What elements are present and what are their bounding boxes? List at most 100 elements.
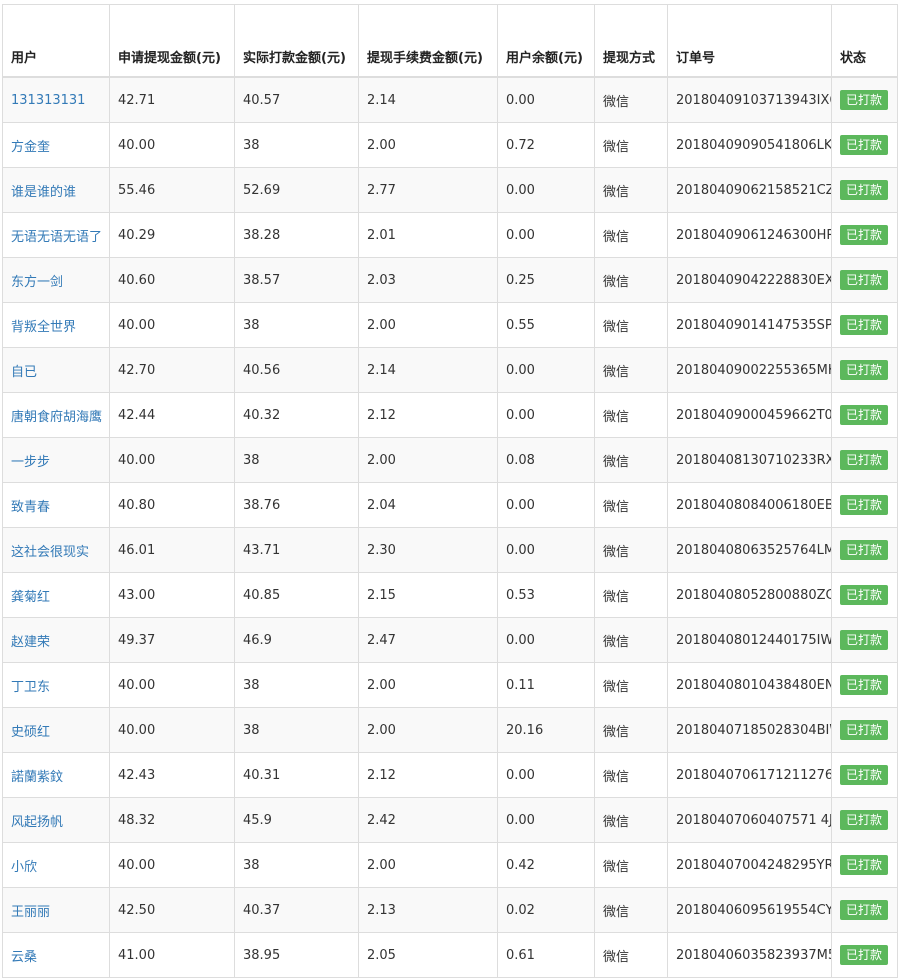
status-paid-badge[interactable]: 已打款 bbox=[840, 720, 889, 740]
status-paid-badge[interactable]: 已打款 bbox=[840, 585, 889, 605]
cell-method: 微信 bbox=[594, 662, 668, 708]
status-paid-badge[interactable]: 已打款 bbox=[840, 450, 889, 470]
cell-order-no: 20180406035823937M5D bbox=[667, 932, 832, 978]
user-link[interactable]: 一步步 bbox=[11, 455, 50, 470]
cell-apply-amount: 41.00 bbox=[109, 932, 235, 978]
cell-status: 已打款 bbox=[831, 167, 898, 213]
user-link[interactable]: 史硕红 bbox=[11, 725, 50, 740]
cell-order-no: 20180408130710233RXO bbox=[667, 437, 832, 483]
cell-user: 无语无语无语了 bbox=[2, 212, 110, 258]
user-link[interactable]: 东方一剑 bbox=[11, 275, 63, 290]
cell-balance: 0.00 bbox=[497, 482, 595, 528]
cell-order-no: 20180408012440175IWJ bbox=[667, 617, 832, 663]
cell-balance: 0.00 bbox=[497, 797, 595, 843]
table-row: 龚菊红 43.00 40.85 2.15 0.53 微信 20180408052800880… bbox=[2, 572, 898, 618]
cell-method: 微信 bbox=[594, 527, 668, 573]
user-link[interactable]: 唐朝食府胡海鹰 bbox=[11, 410, 102, 425]
cell-fee-amount: 2.47 bbox=[358, 617, 498, 663]
user-link[interactable]: 无语无语无语了 bbox=[11, 230, 102, 245]
status-paid-badge[interactable]: 已打款 bbox=[840, 405, 889, 425]
user-link[interactable]: 背叛全世界 bbox=[11, 320, 76, 335]
cell-balance: 0.42 bbox=[497, 842, 595, 888]
cell-method: 微信 bbox=[594, 212, 668, 258]
header-apply-amount: 申请提现金额(元) bbox=[109, 4, 235, 78]
cell-status: 已打款 bbox=[831, 572, 898, 618]
user-link[interactable]: 这社会很现实 bbox=[11, 545, 89, 560]
status-paid-badge[interactable]: 已打款 bbox=[840, 225, 889, 245]
user-link[interactable]: 赵建荣 bbox=[11, 635, 50, 650]
header-fee-amount: 提现手续费金额(元) bbox=[358, 4, 498, 78]
table-row: 131313131 42.71 40.57 2.14 0.00 微信 20180409103… bbox=[2, 76, 898, 123]
cell-order-no: 20180407004248295YRX bbox=[667, 842, 832, 888]
cell-user: 方金奎 bbox=[2, 122, 110, 168]
cell-actual-amount: 40.56 bbox=[234, 347, 359, 393]
cell-status: 已打款 bbox=[831, 122, 898, 168]
status-paid-badge[interactable]: 已打款 bbox=[840, 180, 889, 200]
status-paid-badge[interactable]: 已打款 bbox=[840, 270, 889, 290]
cell-fee-amount: 2.05 bbox=[358, 932, 498, 978]
cell-status: 已打款 bbox=[831, 707, 898, 753]
status-paid-badge[interactable]: 已打款 bbox=[840, 945, 889, 965]
status-paid-badge[interactable]: 已打款 bbox=[840, 495, 889, 515]
cell-fee-amount: 2.00 bbox=[358, 437, 498, 483]
cell-balance: 0.08 bbox=[497, 437, 595, 483]
status-paid-badge[interactable]: 已打款 bbox=[840, 765, 889, 785]
cell-balance: 0.55 bbox=[497, 302, 595, 348]
table-row: 致青春 40.80 38.76 2.04 0.00 微信 20180408084006180… bbox=[2, 482, 898, 528]
status-paid-badge[interactable]: 已打款 bbox=[840, 135, 889, 155]
user-link[interactable]: 龚菊红 bbox=[11, 590, 50, 605]
table-row: 无语无语无语了 40.29 38.28 2.01 0.00 微信 2018040906124… bbox=[2, 212, 898, 258]
cell-actual-amount: 38 bbox=[234, 302, 359, 348]
table-row: 王丽丽 42.50 40.37 2.13 0.02 微信 20180406095619554… bbox=[2, 887, 898, 933]
cell-status: 已打款 bbox=[831, 932, 898, 978]
status-paid-badge[interactable]: 已打款 bbox=[840, 675, 889, 695]
status-paid-badge[interactable]: 已打款 bbox=[840, 810, 889, 830]
cell-balance: 0.02 bbox=[497, 887, 595, 933]
cell-user: 龚菊红 bbox=[2, 572, 110, 618]
status-paid-badge[interactable]: 已打款 bbox=[840, 855, 889, 875]
status-paid-badge[interactable]: 已打款 bbox=[840, 900, 889, 920]
cell-order-no: 20180409090541806LKZ bbox=[667, 122, 832, 168]
status-paid-badge[interactable]: 已打款 bbox=[840, 540, 889, 560]
cell-balance: 0.00 bbox=[497, 347, 595, 393]
cell-fee-amount: 2.13 bbox=[358, 887, 498, 933]
cell-order-no: 20180409103713943IX6 bbox=[667, 76, 832, 123]
cell-user: 风起扬帆 bbox=[2, 797, 110, 843]
user-link[interactable]: 风起扬帆 bbox=[11, 815, 63, 830]
cell-status: 已打款 bbox=[831, 662, 898, 708]
user-link[interactable]: 丁卫东 bbox=[11, 680, 50, 695]
table-row: 丁卫东 40.00 38 2.00 0.11 微信 20180408010438480ENH… bbox=[2, 662, 898, 708]
user-link[interactable]: 小欣 bbox=[11, 860, 37, 875]
user-link[interactable]: 方金奎 bbox=[11, 140, 50, 155]
cell-actual-amount: 38 bbox=[234, 842, 359, 888]
user-link[interactable]: 諾蘭紫鈫 bbox=[11, 770, 63, 785]
cell-apply-amount: 40.00 bbox=[109, 122, 235, 168]
cell-apply-amount: 40.80 bbox=[109, 482, 235, 528]
cell-apply-amount: 42.70 bbox=[109, 347, 235, 393]
user-link[interactable]: 致青春 bbox=[11, 500, 50, 515]
cell-user: 小欣 bbox=[2, 842, 110, 888]
table-row: 风起扬帆 48.32 45.9 2.42 0.00 微信 20180407060407571… bbox=[2, 797, 898, 843]
user-link[interactable]: 131313131 bbox=[11, 93, 85, 108]
withdrawal-table-wrapper: 用户 申请提现金额(元) 实际打款金额(元) 提现手续费金额(元) 用户余额(元… bbox=[2, 4, 898, 978]
cell-user: 一步步 bbox=[2, 437, 110, 483]
status-paid-badge[interactable]: 已打款 bbox=[840, 315, 889, 335]
cell-method: 微信 bbox=[594, 842, 668, 888]
cell-balance: 0.00 bbox=[497, 76, 595, 123]
cell-fee-amount: 2.00 bbox=[358, 122, 498, 168]
cell-actual-amount: 38.76 bbox=[234, 482, 359, 528]
cell-actual-amount: 40.37 bbox=[234, 887, 359, 933]
user-link[interactable]: 自已 bbox=[11, 365, 37, 380]
cell-balance: 0.25 bbox=[497, 257, 595, 303]
cell-actual-amount: 40.85 bbox=[234, 572, 359, 618]
cell-user: 唐朝食府胡海鹰 bbox=[2, 392, 110, 438]
status-paid-badge[interactable]: 已打款 bbox=[840, 360, 889, 380]
user-link[interactable]: 云桑 bbox=[11, 950, 37, 965]
status-paid-badge[interactable]: 已打款 bbox=[840, 90, 889, 110]
table-header: 用户 申请提现金额(元) 实际打款金额(元) 提现手续费金额(元) 用户余额(元… bbox=[2, 4, 898, 78]
status-paid-badge[interactable]: 已打款 bbox=[840, 630, 889, 650]
user-link[interactable]: 王丽丽 bbox=[11, 905, 50, 920]
cell-actual-amount: 38 bbox=[234, 122, 359, 168]
cell-user: 谁是谁的谁 bbox=[2, 167, 110, 213]
user-link[interactable]: 谁是谁的谁 bbox=[11, 185, 76, 200]
